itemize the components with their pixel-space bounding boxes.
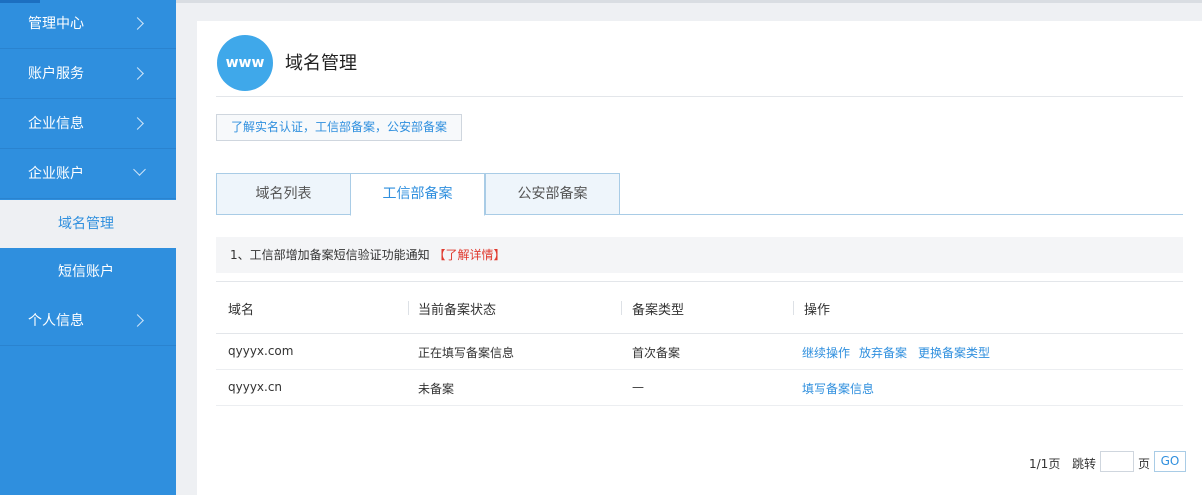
tab-police-filing[interactable]: 公安部备案 [485, 173, 620, 215]
table-cell-domain: qyyyx.com [228, 344, 294, 358]
sidebar-item-label: 企业账户 [28, 166, 84, 182]
table-cell-type: 首次备案 [632, 346, 681, 360]
sidebar-item-label: 企业信息 [28, 116, 84, 132]
sidebar-item-personal-info[interactable]: 个人信息 [0, 297, 176, 346]
sidebar-subitem-domain-management[interactable]: 域名管理 [0, 200, 176, 248]
top-strip [176, 0, 1202, 3]
sidebar-item-account-service[interactable]: 账户服务 [0, 50, 176, 99]
table-cell-status: 正在填写备案信息 [418, 346, 515, 360]
table-row-divider [216, 405, 1183, 406]
sidebar: 管理中心 账户服务 企业信息 企业账户 域名管理 短信账户 个人信息 [0, 0, 176, 495]
column-header-actions: 操作 [804, 303, 831, 318]
abandon-filing-link[interactable]: 放弃备案 [859, 344, 907, 361]
table-top-divider [216, 281, 1183, 282]
go-button[interactable]: GO [1154, 451, 1186, 472]
table-row-divider [216, 369, 1183, 370]
sidebar-item-label: 账户服务 [28, 66, 84, 82]
page-title: 域名管理 [285, 53, 357, 74]
chevron-right-icon [131, 17, 144, 30]
sidebar-item-label: 管理中心 [28, 16, 84, 32]
page-unit-label: 页 [1138, 457, 1151, 471]
sidebar-item-management-center[interactable]: 管理中心 [0, 0, 176, 49]
notice-bar: 1、工信部增加备案短信验证功能通知 【了解详情】 [216, 237, 1183, 273]
filing-info-link[interactable]: 了解实名认证，工信部备案，公安部备案 [216, 114, 463, 141]
sidebar-subitem-label: 域名管理 [58, 216, 114, 232]
column-header-status: 当前备案状态 [418, 303, 497, 318]
column-separator [793, 301, 794, 315]
jump-label: 跳转 [1072, 457, 1097, 471]
tab-bar: 域名列表 工信部备案 公安部备案 [216, 173, 1183, 216]
column-separator [408, 301, 409, 315]
chevron-right-icon [131, 314, 144, 327]
column-header-domain: 域名 [228, 303, 255, 318]
page-info: 1/1页 [1029, 457, 1061, 471]
table-cell-domain: qyyyx.cn [228, 380, 283, 394]
continue-operation-link[interactable]: 继续操作 [802, 344, 850, 361]
table-cell-status: 未备案 [418, 382, 455, 396]
chevron-down-icon [133, 163, 146, 176]
column-separator [621, 301, 622, 315]
notice-details-link[interactable]: 【了解详情】 [433, 248, 505, 262]
main-panel: www 域名管理 了解实名认证，工信部备案，公安部备案 域名列表 工信部备案 公… [197, 21, 1202, 495]
sidebar-item-label: 个人信息 [28, 313, 84, 329]
chevron-right-icon [131, 67, 144, 80]
tab-miit-filing[interactable]: 工信部备案 [350, 173, 485, 216]
title-divider [216, 96, 1183, 97]
fill-filing-info-link[interactable]: 填写备案信息 [802, 380, 874, 397]
table-cell-type: — [632, 380, 644, 394]
tab-domain-list[interactable]: 域名列表 [216, 173, 351, 215]
page-jump-input[interactable] [1100, 451, 1134, 472]
notice-text: 1、工信部增加备案短信验证功能通知 [230, 248, 430, 262]
www-globe-icon: www [217, 35, 273, 91]
sidebar-item-company-account[interactable]: 企业账户 [0, 150, 176, 199]
sidebar-subitem-label: 短信账户 [58, 264, 114, 280]
chevron-right-icon [131, 117, 144, 130]
table-header-divider [216, 333, 1183, 334]
sidebar-subitem-sms-account[interactable]: 短信账户 [0, 248, 176, 296]
sidebar-item-company-info[interactable]: 企业信息 [0, 100, 176, 149]
column-header-type: 备案类型 [632, 303, 685, 318]
change-filing-type-link[interactable]: 更换备案类型 [918, 344, 990, 361]
